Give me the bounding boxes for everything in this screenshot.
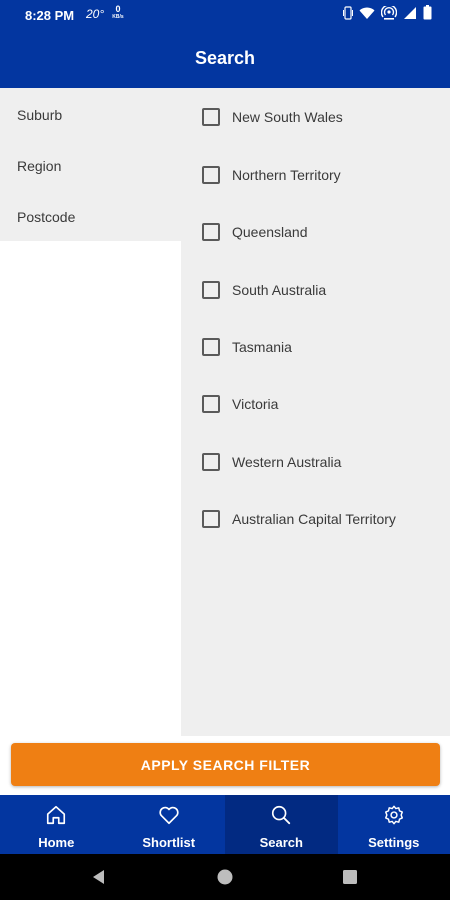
state-checkbox[interactable] — [202, 223, 220, 241]
state-checkbox[interactable] — [202, 108, 220, 126]
status-data-rate: 0 KB/s — [109, 5, 127, 21]
state-option-tas[interactable]: Tasmania — [202, 335, 292, 359]
status-icons — [343, 3, 432, 25]
state-option-qld[interactable]: Queensland — [202, 220, 308, 244]
app-bar: Search — [0, 30, 450, 88]
status-temperature: 20° — [86, 7, 105, 21]
state-label: South Australia — [232, 282, 327, 298]
state-label: New South Wales — [232, 109, 343, 125]
signal-icon — [403, 6, 417, 25]
state-checkbox[interactable] — [202, 510, 220, 528]
state-checkbox[interactable] — [202, 281, 220, 299]
state-label: Northern Territory — [232, 167, 341, 183]
gear-icon — [383, 804, 405, 831]
status-time: 8:28 PM — [25, 8, 75, 23]
nav-item-search[interactable]: Search — [225, 795, 338, 854]
nav-item-home[interactable]: Home — [0, 795, 113, 854]
state-option-act[interactable]: Australian Capital Territory — [202, 507, 396, 531]
nav-label-search: Search — [259, 835, 303, 850]
nav-label-home: Home — [38, 835, 75, 850]
state-checkbox[interactable] — [202, 453, 220, 471]
battery-icon — [423, 5, 432, 25]
back-icon[interactable] — [91, 869, 107, 890]
state-option-nt[interactable]: Northern Territory — [202, 163, 341, 187]
state-checkbox[interactable] — [202, 338, 220, 356]
state-list: New South Wales Northern Territory Queen… — [181, 88, 450, 736]
data-rate-unit: KB/s — [112, 14, 124, 20]
heart-icon — [158, 804, 180, 831]
state-option-vic[interactable]: Victoria — [202, 392, 278, 416]
state-label: Victoria — [232, 396, 279, 412]
filter-type-menu: Suburb Region Postcode — [0, 88, 181, 241]
recents-icon[interactable] — [342, 869, 358, 890]
wifi-icon — [359, 6, 375, 25]
state-checkbox[interactable] — [202, 395, 220, 413]
home-circle-icon[interactable] — [217, 869, 233, 890]
page-title: Search — [194, 48, 256, 68]
system-nav-bar — [0, 854, 450, 900]
nav-item-shortlist[interactable]: Shortlist — [113, 795, 226, 854]
search-icon — [270, 804, 292, 831]
state-option-nsw[interactable]: New South Wales — [202, 105, 343, 129]
nav-label-shortlist: Shortlist — [142, 835, 196, 850]
state-label: Tasmania — [232, 339, 292, 355]
vibrate-icon — [343, 5, 353, 25]
state-option-wa[interactable]: Western Australia — [202, 450, 341, 474]
filter-type-suburb[interactable]: Suburb — [17, 107, 62, 123]
filter-type-region[interactable]: Region — [17, 158, 61, 174]
state-label: Western Australia — [232, 454, 342, 470]
bottom-nav: Home Shortlist Search Settings — [0, 795, 450, 854]
filter-type-postcode[interactable]: Postcode — [17, 209, 75, 225]
state-checkbox[interactable] — [202, 166, 220, 184]
status-bar: 8:28 PM 20° 0 KB/s — [0, 0, 450, 30]
nav-item-settings[interactable]: Settings — [338, 795, 450, 854]
apply-search-filter-button[interactable]: APPLY SEARCH FILTER — [11, 743, 440, 786]
hotspot-icon — [380, 3, 398, 25]
nav-label-settings: Settings — [368, 835, 420, 850]
state-option-sa[interactable]: South Australia — [202, 278, 326, 302]
home-icon — [45, 804, 67, 831]
state-label: Australian Capital Territory — [232, 511, 396, 527]
apply-button-label: APPLY SEARCH FILTER — [140, 756, 311, 773]
state-label: Queensland — [232, 224, 308, 240]
